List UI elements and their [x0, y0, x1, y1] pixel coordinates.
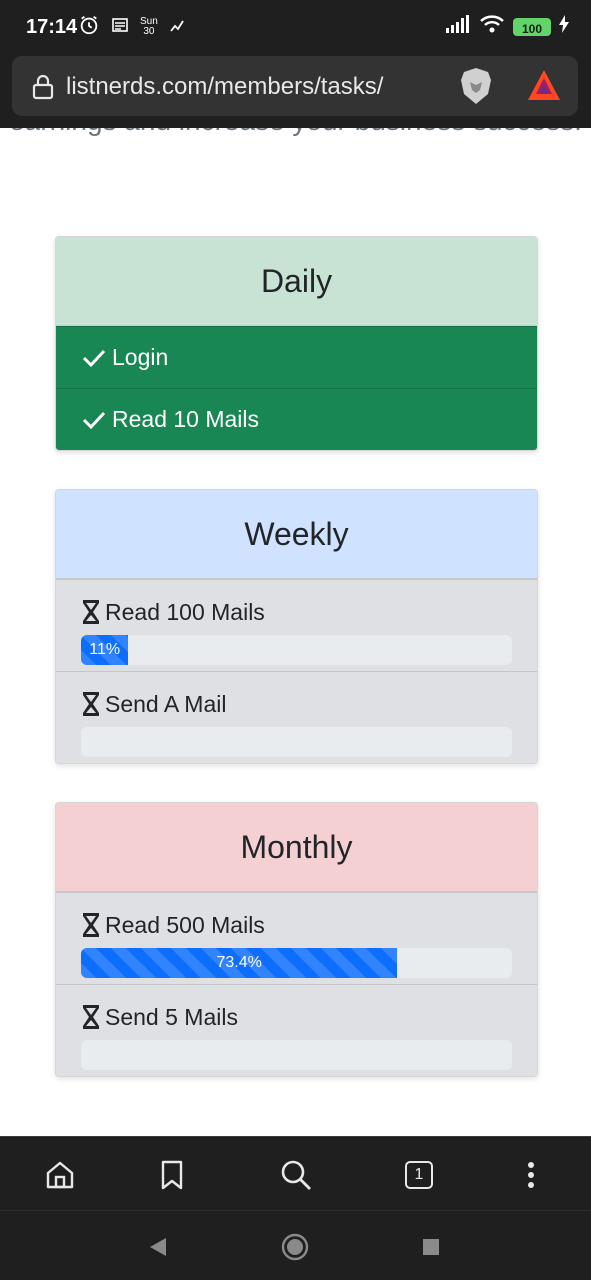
task-label: Send A Mail	[105, 690, 227, 717]
daily-task-login: Login	[56, 326, 537, 388]
monthly-task-send-mails: Send 5 Mails	[56, 984, 537, 1076]
hourglass-icon	[83, 913, 99, 937]
weekly-task-send-mail: Send A Mail	[56, 671, 537, 763]
progress-track: 11%	[81, 635, 512, 665]
task-title: Send A Mail	[81, 690, 512, 718]
monthly-card: Monthly Read 500 Mails 73.4% Send 5 Mail…	[55, 802, 538, 1077]
status-bar: 17:14 Sun 30 100	[0, 0, 591, 56]
weekly-header: Weekly	[56, 490, 537, 579]
battery-icon: 100	[513, 17, 551, 36]
progress-track	[81, 727, 512, 757]
progress-track: 73.4%	[81, 948, 512, 978]
task-title: Send 5 Mails	[81, 1003, 512, 1031]
charging-icon	[559, 15, 569, 38]
lock-icon[interactable]	[32, 74, 54, 105]
status-right-icons: 100	[445, 14, 569, 39]
task-title: Read 100 Mails	[81, 598, 512, 626]
monthly-task-read-mails: Read 500 Mails 73.4%	[56, 892, 537, 984]
bat-rewards-icon[interactable]	[526, 68, 562, 107]
status-left-icons: Sun 30	[78, 15, 186, 39]
home-circle-icon[interactable]	[281, 1233, 309, 1261]
notification-icon	[110, 15, 130, 40]
hourglass-icon	[83, 1005, 99, 1029]
daily-card: Daily Login Read 10 Mails	[55, 236, 538, 451]
progress-track	[81, 1040, 512, 1070]
check-icon	[82, 349, 106, 367]
task-label: Login	[112, 344, 169, 370]
hourglass-icon	[83, 692, 99, 716]
intro-text: earnings and increase your business succ…	[0, 128, 591, 140]
monthly-header: Monthly	[56, 803, 537, 892]
task-label: Read 100 Mails	[105, 598, 265, 625]
browser-toolbar: listnerds.com/members/tasks/	[0, 56, 591, 128]
check-icon	[82, 411, 106, 429]
hourglass-icon	[83, 600, 99, 624]
daily-header: Daily	[56, 237, 537, 326]
more-icon[interactable]	[513, 1157, 549, 1193]
weekly-card: Weekly Read 100 Mails 11% Send A Mail	[55, 489, 538, 764]
tabs-icon[interactable]: 1	[401, 1157, 437, 1193]
daily-task-read-mails: Read 10 Mails	[56, 388, 537, 450]
signal-icon	[445, 14, 471, 39]
tab-count: 1	[405, 1161, 433, 1189]
task-label: Read 500 Mails	[105, 911, 265, 938]
status-date: 30	[143, 26, 155, 37]
weekly-task-read-mails: Read 100 Mails 11%	[56, 579, 537, 671]
task-label: Send 5 Mails	[105, 1003, 238, 1030]
back-icon[interactable]	[144, 1233, 172, 1261]
task-title: Read 500 Mails	[81, 911, 512, 939]
search-icon[interactable]	[278, 1157, 314, 1193]
url-text[interactable]: listnerds.com/members/tasks/	[66, 73, 383, 101]
status-time: 17:14	[26, 16, 78, 38]
home-icon[interactable]	[42, 1157, 78, 1193]
wifi-icon	[479, 14, 505, 39]
address-bar[interactable]: listnerds.com/members/tasks/	[12, 56, 578, 116]
calendar-icon: Sun 30	[140, 17, 158, 37]
browser-bottom-bar: 1	[0, 1136, 591, 1210]
brave-shield-icon[interactable]	[458, 66, 494, 111]
activity-icon	[168, 16, 186, 39]
recents-icon[interactable]	[417, 1233, 445, 1261]
bookmark-icon[interactable]	[154, 1157, 190, 1193]
alarm-icon	[78, 14, 100, 41]
system-navigation	[0, 1210, 591, 1280]
progress-bar: 73.4%	[81, 948, 398, 978]
progress-bar: 11%	[81, 635, 129, 665]
task-label: Read 10 Mails	[112, 406, 260, 432]
page-content: earnings and increase your business succ…	[0, 128, 591, 1136]
